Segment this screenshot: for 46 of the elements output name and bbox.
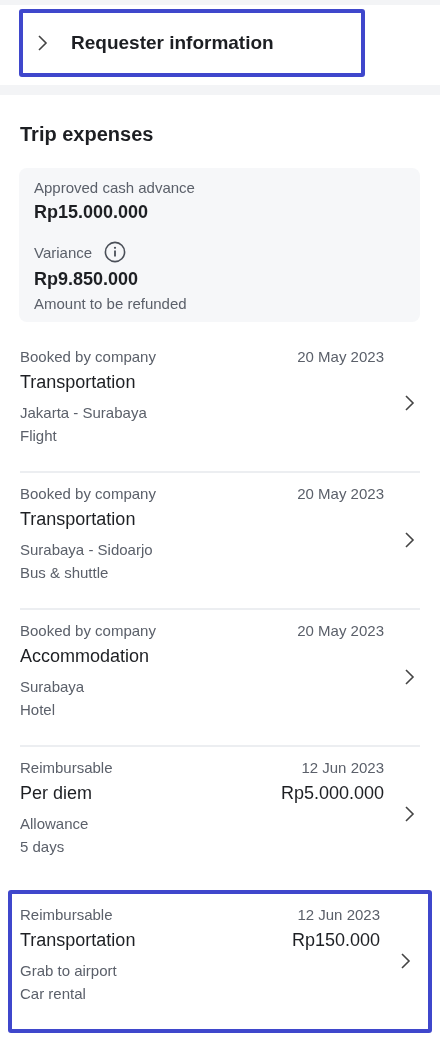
expense-detail: Flight	[20, 426, 58, 444]
chevron-icon	[404, 530, 416, 549]
expense-date: 20 May 2023	[297, 621, 384, 639]
chevron-icon	[37, 34, 49, 52]
expense-detail: Allowance	[20, 814, 90, 832]
expense-detail: 5 days	[20, 837, 66, 855]
chevron-icon	[404, 804, 416, 823]
expense-item[interactable]: Reimbursable 12 Jun 2023 Transportation Rp150.000 Grab to airport Car rental	[8, 890, 432, 1033]
expense-category: Booked by company	[20, 621, 156, 639]
expense-category: Booked by company	[20, 484, 156, 502]
expense-amount: Rp150.000	[291, 929, 380, 951]
expense-category: Reimbursable	[20, 905, 113, 923]
expense-date: 12 Jun 2023	[297, 905, 380, 923]
expense-detail: Jakarta - Surabaya	[20, 403, 148, 421]
section-header[interactable]: Requester information	[19, 9, 365, 77]
summary-label: Approved cash advance	[34, 179, 196, 196]
expense-date: 12 Jun 2023	[301, 758, 384, 776]
expense-title: Transportation	[20, 371, 136, 393]
summary-amount: Rp9.850.000	[34, 269, 140, 290]
expense-detail: Surabaya - Sidoarjo	[20, 540, 154, 558]
expense-date: 20 May 2023	[297, 347, 384, 365]
expense-item[interactable]: Booked by company 20 May 2023 Accommodation Surabaya Hotel	[0, 610, 440, 745]
expense-item[interactable]: Booked by company 20 May 2023 Transportation Surabaya - Sidoarjo Bus & shuttle	[0, 473, 440, 608]
summary-label: Variance	[34, 243, 93, 261]
expense-amount: Rp5.000.000	[280, 782, 384, 804]
expense-item[interactable]: Reimbursable 12 Jun 2023 Per diem Rp5.000.000 Allowance 5 days	[0, 747, 440, 882]
expense-detail: Car rental	[20, 984, 87, 1002]
chevron-icon	[404, 393, 416, 412]
summary-amount: Rp15.000.000	[34, 202, 150, 223]
expense-detail: Surabaya	[20, 677, 86, 695]
chevron-icon	[400, 951, 412, 970]
expense-title: Accommodation	[20, 645, 150, 667]
expense-title: Transportation	[20, 508, 136, 530]
section-title: Trip expenses	[19, 123, 155, 146]
expense-item[interactable]: Booked by company 20 May 2023 Transportation Jakarta - Surabaya Flight	[0, 336, 440, 471]
expense-detail: Bus & shuttle	[20, 563, 110, 581]
expense-detail: Hotel	[20, 700, 57, 718]
expense-category: Booked by company	[20, 347, 156, 365]
expense-category: Reimbursable	[20, 758, 113, 776]
expense-date: 20 May 2023	[297, 484, 384, 502]
chevron-icon	[404, 667, 416, 686]
expense-title: Transportation	[20, 929, 136, 951]
expense-title: Per diem	[20, 782, 93, 804]
info-icon[interactable]	[104, 241, 127, 263]
expense-detail: Grab to airport	[20, 961, 118, 979]
summary-note: Amount to be refunded	[34, 295, 188, 312]
